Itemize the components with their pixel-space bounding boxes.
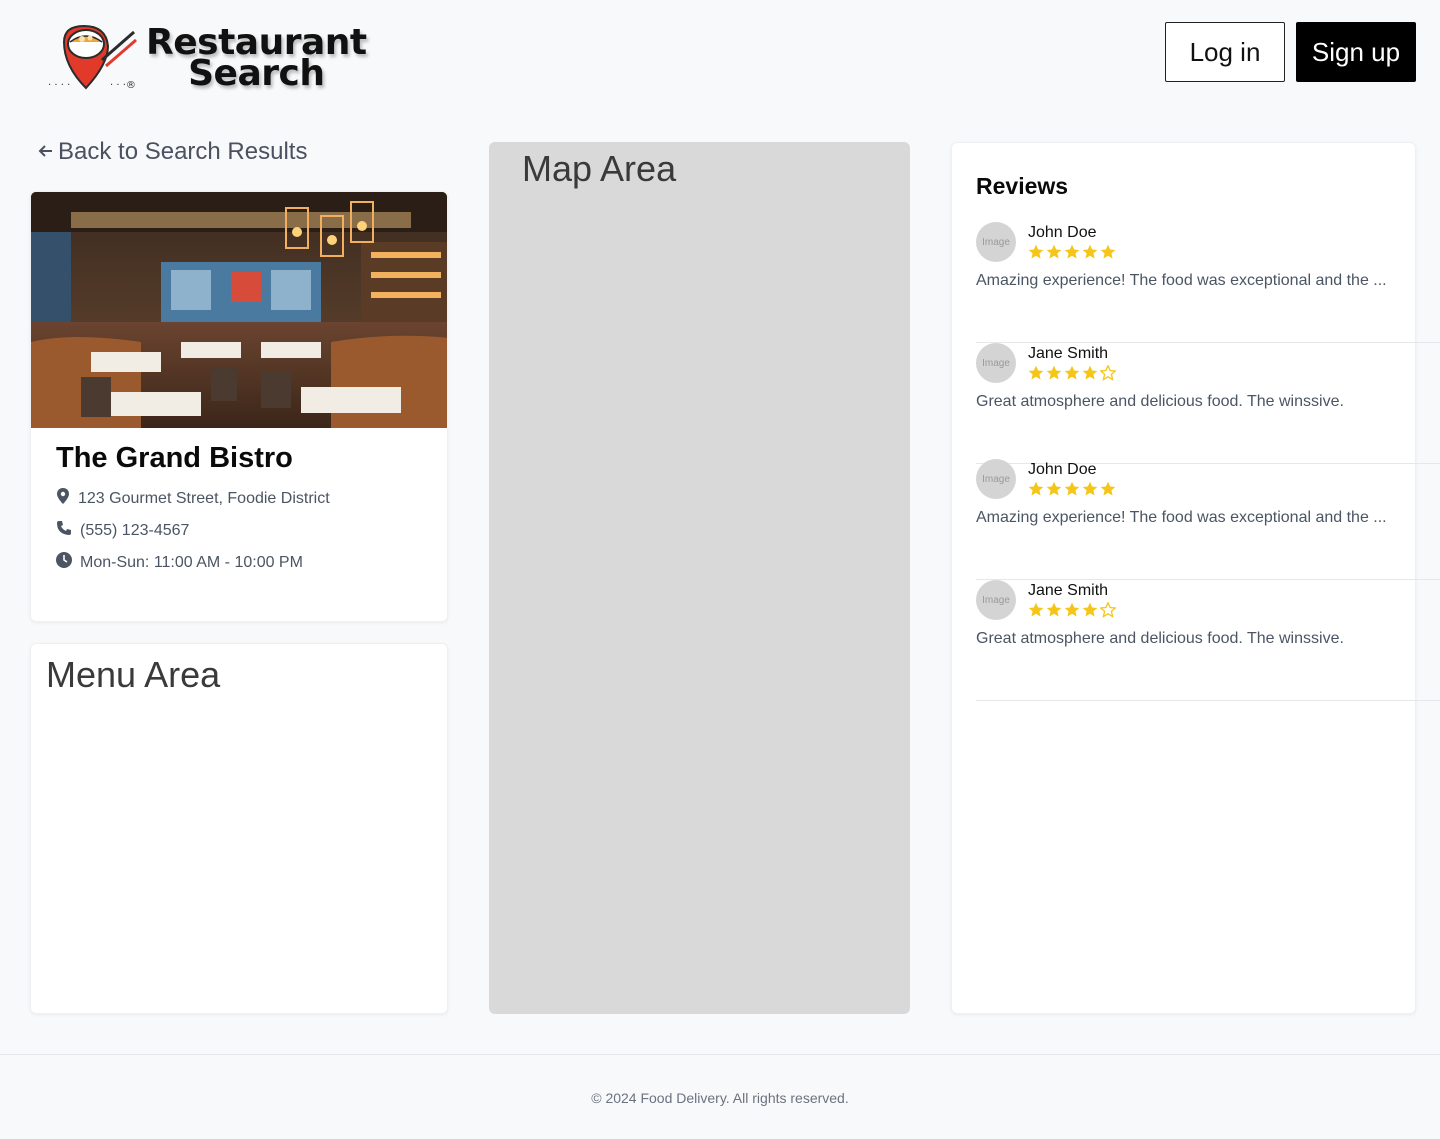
star-filled-icon <box>1064 602 1080 617</box>
star-filled-icon <box>1100 481 1116 496</box>
svg-text:· · ·®: · · ·® <box>110 80 136 91</box>
review-item: Image Jane Smith Great atmosphere and deli… <box>976 343 1440 464</box>
login-button[interactable]: Log in <box>1165 22 1285 82</box>
star-filled-icon <box>1082 602 1098 617</box>
hours-text: Mon-Sun: 11:00 AM - 10:00 PM <box>80 553 303 571</box>
arrow-left-icon <box>38 139 54 165</box>
star-rating <box>1028 365 1116 381</box>
star-filled-icon <box>1046 365 1062 380</box>
review-text: Amazing experience! The food was excepti… <box>976 509 1387 526</box>
review-text: Great atmosphere and delicious food. The… <box>976 393 1344 410</box>
back-link-label: Back to Search Results <box>58 138 308 165</box>
signup-button[interactable]: Sign up <box>1296 22 1416 82</box>
footer: © 2024 Food Delivery. All rights reserve… <box>0 1054 1440 1139</box>
reviewer-name: John Doe <box>1028 461 1097 478</box>
menu-area-title: Menu Area <box>46 654 221 695</box>
star-filled-icon <box>1100 244 1116 259</box>
star-rating <box>1028 244 1116 260</box>
star-filled-icon <box>1064 481 1080 496</box>
svg-text:· · · ·: · · · · <box>48 80 70 91</box>
address-text: 123 Gourmet Street, Foodie District <box>78 489 330 507</box>
reviewer-name: Jane Smith <box>1028 345 1109 362</box>
phone-text: (555) 123-4567 <box>80 521 190 539</box>
logo[interactable]: · · · · · · ·® Restaurant Search <box>46 20 367 96</box>
reviewer-avatar: Image <box>976 459 1016 499</box>
review-item: Image John Doe Amazing experience! The foo… <box>976 459 1440 580</box>
address-row: 123 Gourmet Street, Foodie District <box>56 488 330 509</box>
star-filled-icon <box>1082 244 1098 259</box>
hours-row: Mon-Sun: 11:00 AM - 10:00 PM <box>56 552 303 573</box>
star-filled-icon <box>1028 481 1044 496</box>
star-filled-icon <box>1028 244 1044 259</box>
star-filled-icon <box>1046 481 1062 496</box>
header: · · · · · · ·® Restaurant Search Log in … <box>0 0 1440 110</box>
star-filled-icon <box>1046 602 1062 617</box>
reviews-title: Reviews <box>976 173 1069 199</box>
review-item: Image John Doe Amazing experience! The foo… <box>976 222 1440 343</box>
map-area-title: Map Area <box>522 148 677 189</box>
footer-copyright: © 2024 Food Delivery. All rights reserve… <box>591 1090 849 1106</box>
star-rating <box>1028 602 1116 618</box>
restaurant-name: The Grand Bistro <box>56 442 293 474</box>
star-filled-icon <box>1028 602 1044 617</box>
star-empty-icon <box>1100 602 1116 618</box>
restaurant-card: The Grand Bistro 123 Gourmet Street, Foo… <box>30 191 448 622</box>
star-filled-icon <box>1028 365 1044 380</box>
star-filled-icon <box>1046 244 1062 259</box>
reviewer-name: John Doe <box>1028 224 1097 241</box>
phone-row: (555) 123-4567 <box>56 520 189 541</box>
back-to-results-link[interactable]: Back to Search Results <box>38 138 307 166</box>
star-filled-icon <box>1064 365 1080 380</box>
reviews-panel: Reviews Image John Doe Amazing experience!… <box>951 142 1440 1014</box>
map-area[interactable]: Map Area <box>489 142 910 1014</box>
reviewer-avatar: Image <box>976 222 1016 262</box>
menu-area: Menu Area <box>30 643 448 1014</box>
star-filled-icon <box>1064 244 1080 259</box>
star-empty-icon <box>1100 365 1116 381</box>
clock-icon <box>56 552 72 573</box>
review-text: Great atmosphere and delicious food. The… <box>976 630 1344 647</box>
review-item: Image Jane Smith Great atmosphere and deli… <box>976 580 1440 701</box>
map-pin-icon <box>56 488 70 509</box>
reviewer-avatar: Image <box>976 343 1016 383</box>
star-filled-icon <box>1082 365 1098 380</box>
logo-bowl-icon: · · · · · · ·® <box>46 20 138 96</box>
review-text: Amazing experience! The food was excepti… <box>976 272 1387 289</box>
star-filled-icon <box>1082 481 1098 496</box>
reviewer-avatar: Image <box>976 580 1016 620</box>
logo-text: Restaurant Search <box>146 25 367 92</box>
restaurant-photo <box>31 192 447 428</box>
phone-icon <box>56 520 72 541</box>
reviewer-name: Jane Smith <box>1028 582 1109 599</box>
star-rating <box>1028 481 1116 497</box>
